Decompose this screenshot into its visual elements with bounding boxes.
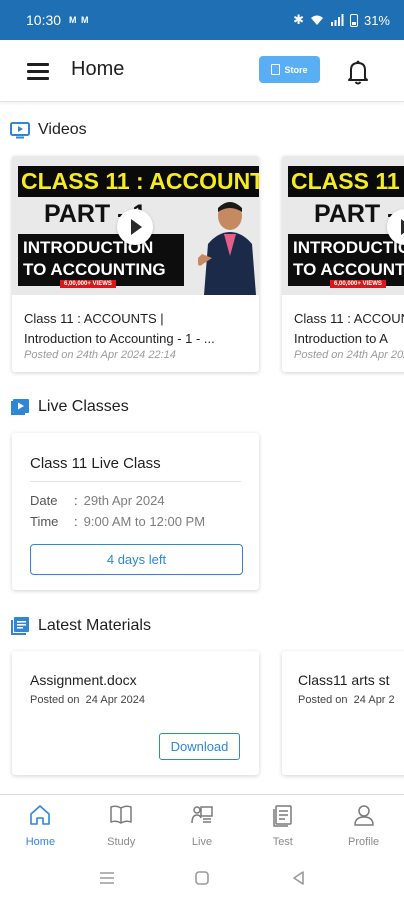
store-button[interactable]: Store bbox=[259, 56, 320, 83]
shopping-bag-icon bbox=[271, 64, 281, 75]
latest-materials-section-title: Latest Materials bbox=[38, 617, 151, 634]
nav-label: Live bbox=[191, 836, 213, 848]
battery-percent: 31% bbox=[363, 12, 390, 28]
book-icon bbox=[110, 805, 132, 824]
divider bbox=[30, 481, 241, 482]
nav-item-home[interactable]: Home bbox=[0, 795, 81, 856]
thumbnail-title-band: CLASS 11 : ACCOUNTS bbox=[18, 166, 259, 197]
status-bar: 10:30 M M ✱ 31% bbox=[0, 0, 404, 40]
video-thumbnail[interactable]: CLASS 11 : A PART - INTRODUCTIO TO ACCOU… bbox=[282, 156, 404, 295]
posted-label: Posted on bbox=[298, 694, 348, 706]
nav-item-study[interactable]: Study bbox=[81, 795, 162, 856]
thumbnail-intro-line: INTRODUCTION bbox=[23, 238, 154, 257]
separator: : bbox=[74, 514, 78, 529]
video-title-line: Introduction to A bbox=[294, 331, 388, 346]
video-title-line: Class 11 : ACCOUNTS | bbox=[24, 311, 164, 326]
nav-label: Profile bbox=[347, 836, 380, 848]
posted-date-value: 24 Apr 2 bbox=[353, 694, 395, 706]
bottom-navigation: Home Study Live Test Profile bbox=[0, 794, 404, 856]
nav-label: Study bbox=[107, 836, 136, 848]
time-label: Time bbox=[30, 514, 59, 529]
notification-bell-icon[interactable] bbox=[346, 59, 370, 85]
material-card[interactable]: Class11 arts st Posted on 24 Apr 2 bbox=[282, 651, 404, 775]
nav-item-profile[interactable]: Profile bbox=[323, 795, 404, 856]
signal-icon bbox=[330, 14, 344, 26]
live-classes-section-header: Live Classes bbox=[10, 398, 129, 416]
thumbnail-intro-box: INTRODUCTIO TO ACCOUNT bbox=[288, 234, 404, 286]
battery-icon bbox=[349, 13, 358, 27]
thumbnail-part-text: PART - bbox=[314, 200, 396, 228]
date-label: Date bbox=[30, 493, 58, 508]
app-bar: Home Store bbox=[0, 40, 404, 102]
recent-apps-icon[interactable] bbox=[97, 868, 117, 888]
nav-label: Test bbox=[272, 836, 293, 848]
play-button-icon[interactable] bbox=[117, 209, 153, 245]
video-posted-date: Posted on 24th Apr 2024 22:14 bbox=[24, 349, 176, 361]
presenter-image bbox=[198, 202, 256, 295]
live-class-title: Class 11 Live Class bbox=[30, 455, 161, 472]
live-class-date-row: Date:29th Apr 2024 bbox=[30, 493, 165, 508]
home-button-icon[interactable] bbox=[192, 868, 212, 888]
posted-label: Posted on bbox=[30, 694, 80, 706]
profile-icon bbox=[353, 805, 374, 826]
thumbnail-intro-box: INTRODUCTION TO ACCOUNTING bbox=[18, 234, 184, 286]
page-title: Home bbox=[71, 58, 125, 80]
bluetooth-icon: ✱ bbox=[293, 12, 304, 27]
material-posted-date: Posted on 24 Apr 2 bbox=[298, 694, 395, 706]
nav-item-test[interactable]: Test bbox=[242, 795, 323, 856]
latest-materials-section-header: Latest Materials bbox=[10, 617, 151, 635]
material-posted-date: Posted on 24 Apr 2024 bbox=[30, 694, 145, 706]
nav-label: Home bbox=[25, 836, 56, 848]
video-title-line: Class 11 : ACCOUNTS | bbox=[294, 311, 404, 326]
video-icon bbox=[10, 122, 30, 139]
video-posted-date: Posted on 24th Apr 2024 bbox=[294, 349, 404, 361]
separator: : bbox=[74, 493, 78, 508]
video-card[interactable]: CLASS 11 : A PART - INTRODUCTIO TO ACCOU… bbox=[282, 156, 404, 372]
video-title: Class 11 : ACCOUNTS | Introduction to Ac… bbox=[24, 309, 254, 349]
live-class-card[interactable]: Class 11 Live Class Date:29th Apr 2024 T… bbox=[12, 433, 259, 590]
material-card[interactable]: Assignment.docx Posted on 24 Apr 2024 Do… bbox=[12, 651, 259, 775]
days-left-button[interactable]: 4 days left bbox=[30, 544, 243, 575]
live-classes-section-title: Live Classes bbox=[38, 398, 129, 415]
video-thumbnail[interactable]: CLASS 11 : ACCOUNTS PART - 1 INTRODUCTIO… bbox=[12, 156, 259, 295]
videos-section-header: Videos bbox=[10, 121, 87, 139]
thumbnail-views-badge: 6,00,000+ VIEWS bbox=[330, 280, 386, 288]
video-title: Class 11 : ACCOUNTS | Introduction to A bbox=[294, 309, 404, 349]
test-icon bbox=[273, 805, 292, 827]
back-icon[interactable] bbox=[289, 868, 309, 888]
thumbnail-intro-line: TO ACCOUNTING bbox=[23, 260, 166, 279]
home-icon bbox=[30, 805, 51, 825]
thumbnail-views-badge: 6,00,000+ VIEWS bbox=[60, 280, 116, 288]
carrier-marks: M M bbox=[69, 15, 90, 25]
material-file-name: Class11 arts st bbox=[298, 672, 390, 688]
time-value: 9:00 AM to 12:00 PM bbox=[83, 514, 206, 529]
thumbnail-intro-line: TO ACCOUNT bbox=[293, 260, 404, 279]
status-time: 10:30 bbox=[26, 12, 62, 28]
materials-icon bbox=[11, 617, 29, 635]
nav-item-live[interactable]: Live bbox=[162, 795, 243, 856]
date-value: 29th Apr 2024 bbox=[83, 493, 165, 508]
system-navigation-bar bbox=[0, 856, 404, 900]
download-button[interactable]: Download bbox=[159, 733, 240, 760]
live-class-icon bbox=[11, 399, 29, 415]
thumbnail-title-band: CLASS 11 : A bbox=[288, 166, 404, 197]
live-class-time-row: Time:9:00 AM to 12:00 PM bbox=[30, 514, 205, 529]
store-label: Store bbox=[284, 64, 308, 75]
material-file-name: Assignment.docx bbox=[30, 672, 137, 688]
wifi-icon bbox=[310, 15, 323, 25]
video-title-line: Introduction to Accounting - 1 - ... bbox=[24, 331, 215, 346]
videos-section-title: Videos bbox=[38, 121, 87, 138]
thumbnail-intro-line: INTRODUCTIO bbox=[293, 238, 404, 257]
hamburger-menu-icon[interactable] bbox=[27, 63, 49, 80]
live-icon bbox=[191, 806, 213, 824]
video-card[interactable]: CLASS 11 : ACCOUNTS PART - 1 INTRODUCTIO… bbox=[12, 156, 259, 372]
posted-date-value: 24 Apr 2024 bbox=[85, 694, 146, 706]
